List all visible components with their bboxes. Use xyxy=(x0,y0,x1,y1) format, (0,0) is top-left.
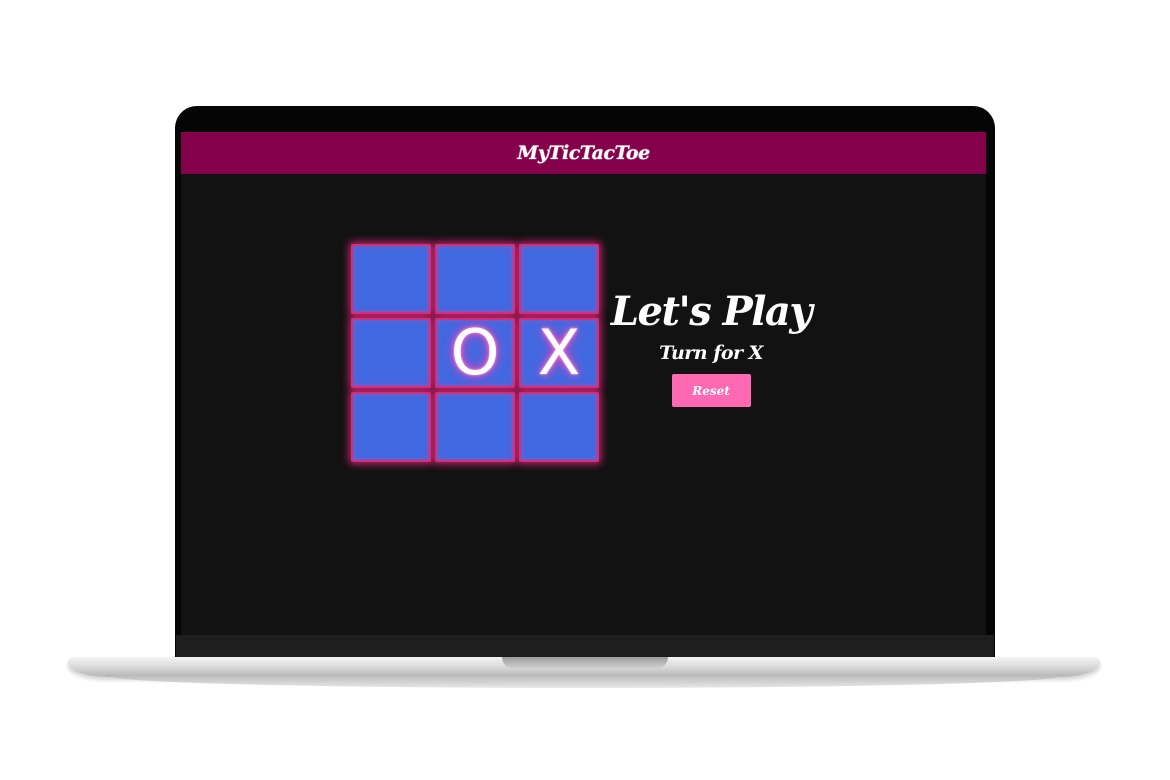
laptop-notch xyxy=(502,657,668,669)
laptop-base-bottom xyxy=(110,676,1060,688)
app-title: MyTicTacToe xyxy=(517,142,650,164)
board-cell-1[interactable] xyxy=(351,244,431,314)
app-header: MyTicTacToe xyxy=(181,132,986,174)
app-screen: MyTicTacToe O X Let's Play Turn for X Re… xyxy=(181,132,986,635)
board-cell-3[interactable] xyxy=(519,244,599,314)
turn-indicator: Turn for X xyxy=(659,342,763,364)
status-panel: Let's Play Turn for X Reset xyxy=(610,288,813,407)
reset-button[interactable]: Reset xyxy=(671,374,751,407)
laptop-lower-bezel xyxy=(176,635,994,657)
status-heading: Let's Play xyxy=(610,288,813,335)
board-cell-2[interactable] xyxy=(435,244,515,314)
game-board: O X xyxy=(350,243,602,466)
board-cell-7[interactable] xyxy=(351,392,431,462)
board-cell-9[interactable] xyxy=(519,392,599,462)
board-cell-6[interactable]: X xyxy=(519,318,599,388)
laptop-mockup: MyTicTacToe O X Let's Play Turn for X Re… xyxy=(0,0,1170,780)
board-cell-8[interactable] xyxy=(435,392,515,462)
board-cell-4[interactable] xyxy=(351,318,431,388)
board-cell-5[interactable]: O xyxy=(435,318,515,388)
